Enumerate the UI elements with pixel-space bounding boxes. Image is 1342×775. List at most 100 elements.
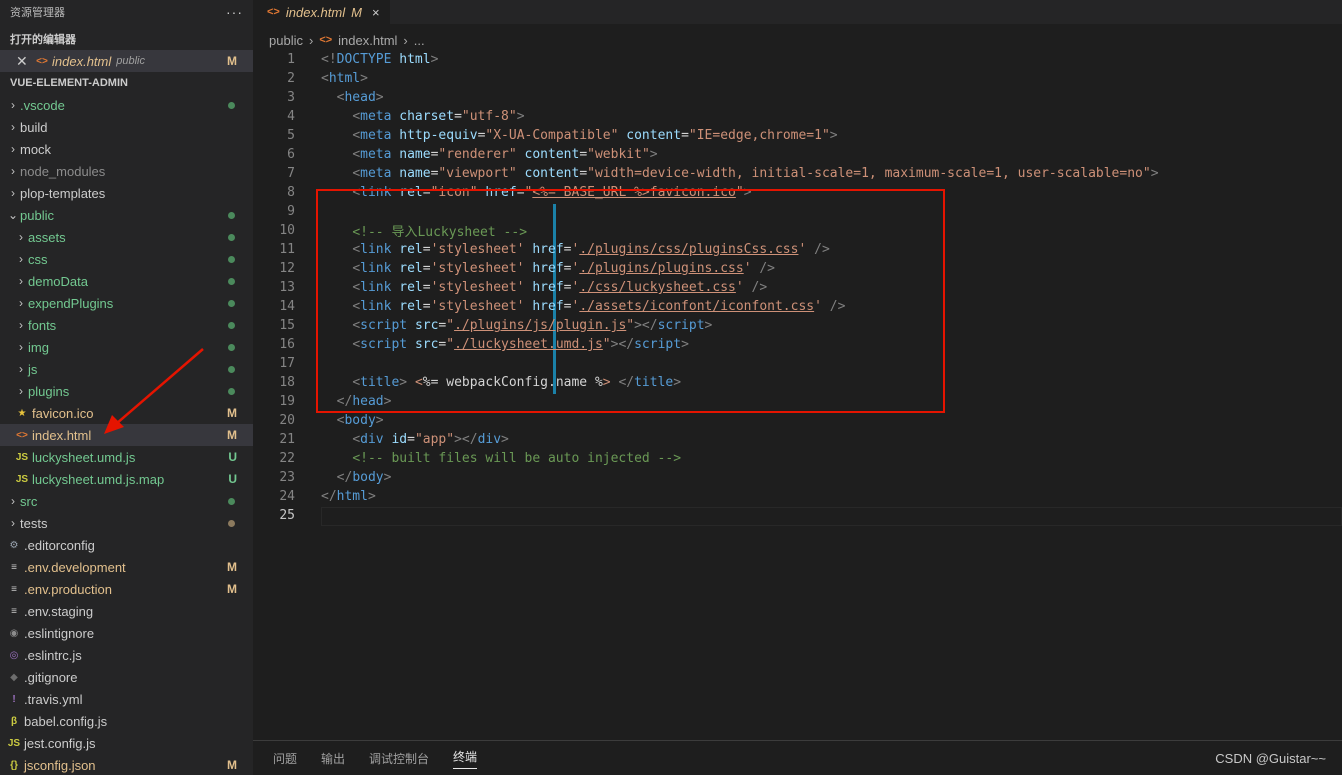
tree-folder[interactable]: › plop-templates xyxy=(0,182,253,204)
tab-bar: <> index.html M × xyxy=(253,0,1342,24)
code-line: 21 <div id="app"></div> xyxy=(253,430,1342,449)
git-status-badge: M xyxy=(227,560,237,574)
chevron-right-icon: › xyxy=(308,32,314,48)
line-content: </html> xyxy=(321,489,376,504)
tree-folder[interactable]: › plugins xyxy=(0,380,253,402)
git-status-badge: M xyxy=(227,428,237,442)
tree-folder[interactable]: › expendPlugins xyxy=(0,292,253,314)
git-status-dot xyxy=(228,498,235,505)
tree-file[interactable]: ⚙ .editorconfig xyxy=(0,534,253,556)
code-line: 6 <meta name="renderer" content="webkit"… xyxy=(253,145,1342,164)
tree-file[interactable]: <> index.html M xyxy=(0,424,253,446)
line-content: <!-- built files will be auto injected -… xyxy=(352,451,682,466)
tree-folder[interactable]: › demoData xyxy=(0,270,253,292)
tree-folder[interactable]: › src xyxy=(0,490,253,512)
tree-folder[interactable]: › js xyxy=(0,358,253,380)
tree-file[interactable]: {} jsconfig.json M xyxy=(0,754,253,775)
tree-folder[interactable]: ⌄ public xyxy=(0,204,253,226)
tree-item-label: fonts xyxy=(28,317,57,333)
tree-folder[interactable]: › fonts xyxy=(0,314,253,336)
tree-folder[interactable]: › tests xyxy=(0,512,253,534)
tree-item-label: .vscode xyxy=(20,97,65,113)
tree-item-label: public xyxy=(20,207,54,223)
bottom-panel: 问题 输出 调试控制台 终端 xyxy=(253,740,1342,775)
tree-item-label: .eslintignore xyxy=(24,625,95,641)
tree-file[interactable]: ◎ .eslintrc.js xyxy=(0,644,253,666)
git-status-badge: U xyxy=(228,472,237,486)
tree-file[interactable]: ★ favicon.ico M xyxy=(0,402,253,424)
line-content: <head> xyxy=(336,90,384,105)
html-icon: <> xyxy=(267,6,280,18)
line-number: 25 xyxy=(279,508,295,523)
tree-item-label: expendPlugins xyxy=(28,295,114,311)
circle-icon: ◉ xyxy=(9,627,19,639)
line-number: 1 xyxy=(287,52,295,67)
js-icon: JS xyxy=(7,737,21,749)
panel-tab-terminal[interactable]: 终端 xyxy=(453,748,478,769)
panel-tab-output[interactable]: 输出 xyxy=(321,750,345,767)
more-actions-icon[interactable]: ··· xyxy=(226,4,243,20)
tree-item-label: js xyxy=(28,361,38,377)
code-line: 2 <html> xyxy=(253,69,1342,88)
babel-icon: β xyxy=(10,715,18,727)
lines-icon: ≡ xyxy=(11,583,17,595)
star-icon: ★ xyxy=(17,407,27,419)
tree-item-label: .env.production xyxy=(24,581,112,597)
line-number: 7 xyxy=(287,166,295,181)
git-status-dot xyxy=(228,212,235,219)
tree-folder[interactable]: › assets xyxy=(0,226,253,248)
tree-file[interactable]: ≡ .env.staging xyxy=(0,600,253,622)
line-content: <meta charset="utf-8"> xyxy=(352,109,525,124)
tab-close-icon[interactable]: × xyxy=(372,5,380,20)
project-label: VUE-ELEMENT-ADMIN xyxy=(10,77,128,89)
breadcrumb-more[interactable]: ... xyxy=(414,33,425,48)
tree-file[interactable]: JS jest.config.js xyxy=(0,732,253,754)
chevron-right-icon: › xyxy=(11,98,15,112)
tree-folder[interactable]: › node_modules xyxy=(0,160,253,182)
tree-file[interactable]: JS luckysheet.umd.js U xyxy=(0,446,253,468)
line-number: 12 xyxy=(279,261,295,276)
modified-badge: M xyxy=(227,54,237,68)
tree-folder[interactable]: › build xyxy=(0,116,253,138)
line-content: <div id="app"></div> xyxy=(352,432,509,447)
tree-file[interactable]: ≡ .env.production M xyxy=(0,578,253,600)
code-line: 4 <meta charset="utf-8"> xyxy=(253,107,1342,126)
breadcrumb-file[interactable]: index.html xyxy=(338,33,397,48)
chevron-right-icon: › xyxy=(19,230,23,244)
tree-folder[interactable]: › img xyxy=(0,336,253,358)
chevron-right-icon: › xyxy=(19,340,23,354)
tree-item-label: css xyxy=(28,251,48,267)
breadcrumb-folder[interactable]: public xyxy=(269,33,303,48)
line-number: 3 xyxy=(287,90,295,105)
open-editors-section[interactable]: 打开的编辑器 xyxy=(0,28,253,50)
line-content: <!DOCTYPE html> xyxy=(321,52,439,67)
chevron-right-icon: › xyxy=(11,186,15,200)
tree-file[interactable]: β babel.config.js xyxy=(0,710,253,732)
tree-file[interactable]: ! .travis.yml xyxy=(0,688,253,710)
tree-folder[interactable]: › mock xyxy=(0,138,253,160)
panel-tab-debug-console[interactable]: 调试控制台 xyxy=(369,750,429,767)
tree-file[interactable]: JS luckysheet.umd.js.map U xyxy=(0,468,253,490)
project-section[interactable]: VUE-ELEMENT-ADMIN xyxy=(0,72,253,94)
tree-file[interactable]: ◆ .gitignore xyxy=(0,666,253,688)
line-number: 16 xyxy=(279,337,295,352)
tree-item-label: favicon.ico xyxy=(32,405,94,421)
tab-index-html[interactable]: <> index.html M × xyxy=(253,0,390,24)
close-icon[interactable]: ✕ xyxy=(16,53,34,70)
tree-file[interactable]: ≡ .env.development M xyxy=(0,556,253,578)
git-status-dot xyxy=(228,322,235,329)
code-line: 23 </body> xyxy=(253,468,1342,487)
panel-tab-problems[interactable]: 问题 xyxy=(273,750,297,767)
file-tree: › .vscode › build › mock › node_modules › plop-te… xyxy=(0,94,253,775)
tree-folder[interactable]: › .vscode xyxy=(0,94,253,116)
chevron-right-icon: › xyxy=(11,494,15,508)
line-number: 18 xyxy=(279,375,295,390)
line-number: 10 xyxy=(279,223,295,238)
git-status-dot xyxy=(228,256,235,263)
open-editor-item[interactable]: ✕ <> index.html public M xyxy=(0,50,253,72)
gear-icon: ⚙ xyxy=(9,539,19,551)
open-editors-label: 打开的编辑器 xyxy=(10,34,76,46)
html-icon: <> xyxy=(16,429,28,441)
tree-folder[interactable]: › css xyxy=(0,248,253,270)
tree-file[interactable]: ◉ .eslintignore xyxy=(0,622,253,644)
